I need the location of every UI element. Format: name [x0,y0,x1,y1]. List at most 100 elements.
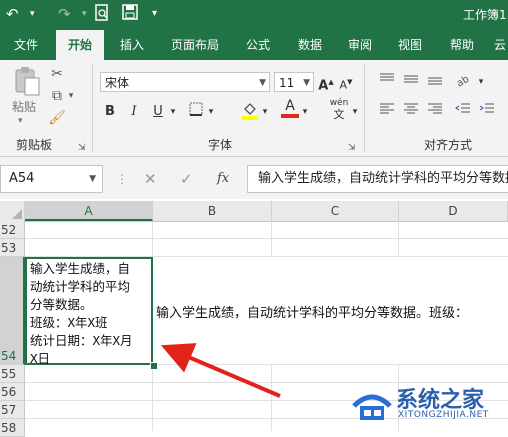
customize-toolbar-icon[interactable]: ▾ [152,4,157,24]
select-all-corner[interactable] [0,201,25,221]
cell-line: 输入学生成绩，自 [30,261,131,276]
row-header-52[interactable]: 52 [0,221,25,239]
tab-page-layout[interactable]: 页面布局 [162,30,228,60]
increase-indent-button[interactable] [478,102,496,122]
chevron-down-icon: ▼ [259,78,266,88]
align-right-button[interactable] [426,102,444,122]
tab-insert[interactable]: 插入 [110,30,154,60]
title-bar: ↶ ▾ ↷ ▾ ▾ 工作簿1. [0,0,508,30]
decrease-indent-icon [455,103,470,113]
logo-icon [352,394,392,420]
format-painter-icon[interactable]: 🖌 [48,110,66,126]
bold-button[interactable]: B [102,102,118,122]
chevron-down-icon[interactable]: ▼ [89,166,96,192]
align-middle-icon [404,75,418,83]
column-header-d[interactable]: D [399,201,508,221]
tab-help[interactable]: 帮助 [440,30,484,60]
copy-dropdown-icon[interactable]: ▾ [66,88,76,104]
row-header-56[interactable]: 56 [0,383,25,401]
column-header-c[interactable]: C [272,201,399,221]
align-left-icon [380,103,394,114]
align-middle-button[interactable] [402,72,420,92]
row-header-58[interactable]: 58 [0,419,25,437]
cell-line: 班级：X年X班 [30,315,108,330]
row-header-57[interactable]: 57 [0,401,25,419]
borders-button[interactable] [186,102,206,122]
print-preview-icon[interactable] [94,4,110,24]
tab-review[interactable]: 审阅 [338,30,382,60]
font-color-dropdown-icon[interactable]: ▾ [300,102,310,122]
font-color-icon: A [285,98,295,114]
decrease-font-button[interactable]: A▼ [338,72,354,92]
overflow-text: 输入学生成绩，自动统计学科的平均分等数据。班级： [156,306,469,321]
align-top-icon [380,73,394,81]
cut-icon[interactable]: ✂ [48,66,66,82]
tab-file[interactable]: 文件 [0,30,52,60]
row-header-55[interactable]: 55 [0,365,25,383]
copy-icon[interactable]: ⧉ [48,88,66,104]
cell-line: 分等数据。 [30,297,93,312]
window-title: 工作簿1. [463,8,508,22]
group-separator [92,64,93,152]
tab-view[interactable]: 视图 [388,30,432,60]
orientation-dropdown-icon[interactable]: ▾ [476,72,486,92]
tab-data[interactable]: 数据 [288,30,332,60]
ribbon-tab-bar: 文件 开始 插入 页面布局 公式 数据 审阅 视图 帮助 云 [0,30,508,60]
borders-dropdown-icon[interactable]: ▾ [206,102,216,122]
underline-dropdown-icon[interactable]: ▾ [168,102,178,122]
increase-font-icon: A [318,78,329,94]
fill-color-icon [242,103,258,120]
align-left-button[interactable] [378,102,396,122]
align-bottom-button[interactable] [426,72,444,92]
paste-icon[interactable] [12,66,42,96]
formula-bar-splitter[interactable]: ⋮ [116,172,128,186]
row-header-53[interactable]: 53 [0,239,25,257]
phonetic-guide-button[interactable]: wén 文 [326,98,352,120]
cell-line: X日 [30,351,51,366]
group-separator [364,64,365,152]
column-header-a[interactable]: A [25,201,153,221]
fill-color-button[interactable] [240,100,260,120]
align-top-button[interactable] [378,72,396,92]
cell-a54[interactable]: 输入学生成绩，自 动统计学科的平均 分等数据。 班级：X年X班 统计日期：X年X… [25,257,153,366]
undo-dropdown-icon[interactable]: ▾ [30,4,35,24]
insert-function-icon[interactable]: fx [217,171,229,186]
font-name-combo[interactable]: 宋体 ▼ [100,72,270,92]
chevron-down-icon: ▼ [303,78,310,88]
clipboard-launcher-icon[interactable]: ⇲ [78,140,86,156]
phonetic-dropdown-icon[interactable]: ▾ [350,102,360,122]
font-size-value: 11 [279,76,295,90]
orientation-button[interactable]: ab [454,72,476,92]
font-color-button[interactable]: A [280,98,300,118]
tab-home[interactable]: 开始 [56,30,104,60]
name-box[interactable]: A54 ▼ [0,165,103,193]
cell-line: 统计日期：X年X月 [30,333,133,348]
fill-color-dropdown-icon[interactable]: ▾ [260,102,270,122]
font-name-value: 宋体 [105,76,130,90]
decrease-indent-button[interactable] [454,102,472,122]
font-size-combo[interactable]: 11 ▼ [274,72,314,92]
redo-dropdown-icon[interactable]: ▾ [82,4,87,24]
font-launcher-icon[interactable]: ⇲ [348,140,356,156]
align-center-button[interactable] [402,102,420,122]
increase-font-button[interactable]: A▲ [318,72,334,94]
formula-input[interactable]: 输入学生成绩，自动统计学科的平均分等数据。班级： [247,165,508,193]
paste-label[interactable]: 粘贴 [12,98,36,115]
select-all-icon [12,209,22,219]
column-header-b[interactable]: B [153,201,272,221]
paste-dropdown-icon[interactable]: ▾ [18,116,23,126]
undo-icon[interactable]: ↶ [6,4,19,24]
save-icon[interactable] [122,4,138,24]
italic-button[interactable]: I [126,102,142,122]
row-header-54[interactable]: 54 [0,257,25,365]
cancel-icon[interactable]: ✕ [144,170,157,188]
tab-formulas[interactable]: 公式 [236,30,280,60]
orientation-icon: ab [455,74,471,90]
redo-icon[interactable]: ↷ [58,4,71,24]
phonetic-label: wén [329,98,349,108]
underline-button[interactable]: U [150,102,166,122]
enter-icon[interactable]: ✓ [180,170,193,188]
alignment-group-label: 对齐方式 [424,138,473,152]
column-header-bar: A B C D [0,201,508,222]
tab-cloud[interactable]: 云 [492,30,508,60]
